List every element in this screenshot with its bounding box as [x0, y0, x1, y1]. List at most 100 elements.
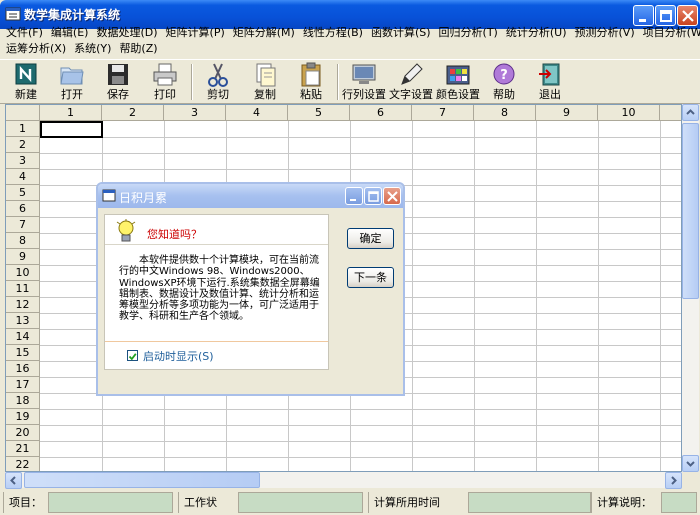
row-header[interactable]: 6 — [6, 201, 40, 217]
minimize-icon — [350, 199, 356, 201]
show-on-startup-checkbox[interactable] — [127, 350, 138, 361]
column-header[interactable]: 6 — [350, 105, 412, 121]
row-header[interactable]: 16 — [6, 361, 40, 377]
row-header[interactable]: 8 — [6, 233, 40, 249]
menu-file[interactable]: 文件(F) — [0, 25, 47, 41]
menu-project-analysis[interactable]: 项目分析(W) — [639, 25, 700, 41]
color-settings-button[interactable]: 颜色设置 — [436, 61, 480, 103]
show-on-startup-label[interactable]: 启动时显示(S) — [143, 348, 214, 364]
color-settings-label: 颜色设置 — [436, 88, 480, 101]
row-header[interactable]: 7 — [6, 217, 40, 233]
maximize-button[interactable] — [655, 5, 676, 26]
grid-corner[interactable] — [6, 105, 40, 121]
scroll-up-button[interactable] — [682, 104, 699, 121]
copy-icon — [256, 63, 276, 87]
save-disk-icon — [108, 64, 128, 85]
column-header[interactable]: 4 — [226, 105, 288, 121]
menu-help[interactable]: 帮助(Z) — [115, 41, 161, 57]
menu-operations-research[interactable]: 运筹分析(X) — [0, 41, 70, 57]
toolbar-separator — [337, 64, 339, 100]
status-time-label: 计算所用时间（s）： — [368, 492, 468, 513]
tip-header: 您知道吗？ — [105, 215, 328, 245]
column-header[interactable]: 9 — [536, 105, 598, 121]
save-label: 保存 — [107, 88, 129, 101]
row-header[interactable]: 11 — [6, 281, 40, 297]
row-header[interactable]: 4 — [6, 169, 40, 185]
scroll-corner — [682, 472, 699, 488]
row-header[interactable]: 17 — [6, 377, 40, 393]
scroll-left-button[interactable] — [5, 472, 22, 489]
row-header[interactable]: 22 — [6, 457, 40, 471]
dialog-minimize-button[interactable] — [345, 187, 363, 205]
row-header[interactable]: 15 — [6, 345, 40, 361]
open-button[interactable]: 打开 — [50, 61, 94, 103]
status-state-label: 工作状态： — [178, 492, 238, 513]
row-header[interactable]: 1 — [6, 121, 40, 137]
row-header[interactable]: 5 — [6, 185, 40, 201]
column-header[interactable]: 10 — [598, 105, 660, 121]
minimize-button[interactable] — [633, 5, 654, 26]
dialog-app-icon — [102, 189, 116, 202]
grid-line — [40, 425, 681, 426]
row-header[interactable]: 21 — [6, 441, 40, 457]
new-button[interactable]: 新建 — [4, 61, 48, 103]
vertical-scrollbar[interactable] — [682, 104, 699, 472]
print-button[interactable]: 打印 — [143, 61, 187, 103]
menu-system[interactable]: 系统(Y) — [70, 41, 115, 57]
scroll-right-button[interactable] — [665, 472, 682, 489]
menu-statistics[interactable]: 统计分析(U) — [502, 25, 571, 41]
menu-data-processing[interactable]: 数据处理(D) — [92, 25, 161, 41]
tip-divider — [105, 341, 328, 342]
row-header[interactable]: 9 — [6, 249, 40, 265]
menu-function-compute[interactable]: 函数计算(S) — [367, 25, 435, 41]
printer-icon — [153, 63, 177, 86]
horizontal-scrollbar[interactable] — [5, 472, 682, 489]
exit-button[interactable]: 退出 — [528, 61, 572, 103]
column-header[interactable]: 1 — [40, 105, 102, 121]
menu-linear-equation[interactable]: 线性方程(B) — [299, 25, 367, 41]
tip-dialog: 日积月累 您知道吗？ 本软件提供数十个计算模块，可在当前流行的中文Windows… — [96, 182, 405, 396]
menu-matrix-compute[interactable]: 矩阵计算(P) — [162, 25, 229, 41]
active-cell[interactable] — [40, 121, 103, 138]
next-tip-button[interactable]: 下一条 — [347, 267, 394, 288]
column-header[interactable] — [660, 105, 681, 121]
row-header[interactable]: 20 — [6, 425, 40, 441]
column-header[interactable]: 2 — [102, 105, 164, 121]
menu-forecast[interactable]: 预测分析(V) — [571, 25, 639, 41]
column-header[interactable]: 5 — [288, 105, 350, 121]
row-header[interactable]: 19 — [6, 409, 40, 425]
cut-button[interactable]: 剪切 — [196, 61, 240, 103]
dialog-close-button[interactable] — [383, 187, 401, 205]
rowcol-settings-label: 行列设置 — [342, 88, 386, 101]
row-header[interactable]: 13 — [6, 313, 40, 329]
status-note-label: 计算说明： — [591, 492, 661, 513]
status-bar: 项目： 工作状态： 计算所用时间（s）： 计算说明： — [0, 490, 700, 515]
row-header[interactable]: 3 — [6, 153, 40, 169]
menu-regression[interactable]: 回归分析(T) — [435, 25, 502, 41]
menu-edit[interactable]: 编辑(E) — [47, 25, 93, 41]
column-header[interactable]: 8 — [474, 105, 536, 121]
save-button[interactable]: 保存 — [96, 61, 140, 103]
scroll-down-button[interactable] — [682, 455, 699, 472]
row-header[interactable]: 18 — [6, 393, 40, 409]
horizontal-scroll-thumb[interactable] — [24, 472, 260, 488]
close-button[interactable] — [677, 5, 698, 26]
maximize-icon — [368, 191, 379, 202]
text-settings-button[interactable]: 文字设置 — [389, 61, 433, 103]
ok-button[interactable]: 确定 — [347, 228, 394, 249]
vertical-scroll-thumb[interactable] — [682, 123, 699, 299]
paste-button[interactable]: 粘贴 — [289, 61, 333, 103]
rowcol-settings-button[interactable]: 行列设置 — [342, 61, 386, 103]
help-button[interactable]: ? 帮助 — [482, 61, 526, 103]
dialog-maximize-button[interactable] — [364, 187, 382, 205]
row-header[interactable]: 12 — [6, 297, 40, 313]
copy-button[interactable]: 复制 — [243, 61, 287, 103]
row-header[interactable]: 2 — [6, 137, 40, 153]
column-header[interactable]: 7 — [412, 105, 474, 121]
chevron-right-icon — [671, 476, 677, 485]
row-header[interactable]: 14 — [6, 329, 40, 345]
row-header[interactable]: 10 — [6, 265, 40, 281]
grid-line — [40, 137, 681, 138]
menu-matrix-decompose[interactable]: 矩阵分解(M) — [229, 25, 299, 41]
column-header[interactable]: 3 — [164, 105, 226, 121]
